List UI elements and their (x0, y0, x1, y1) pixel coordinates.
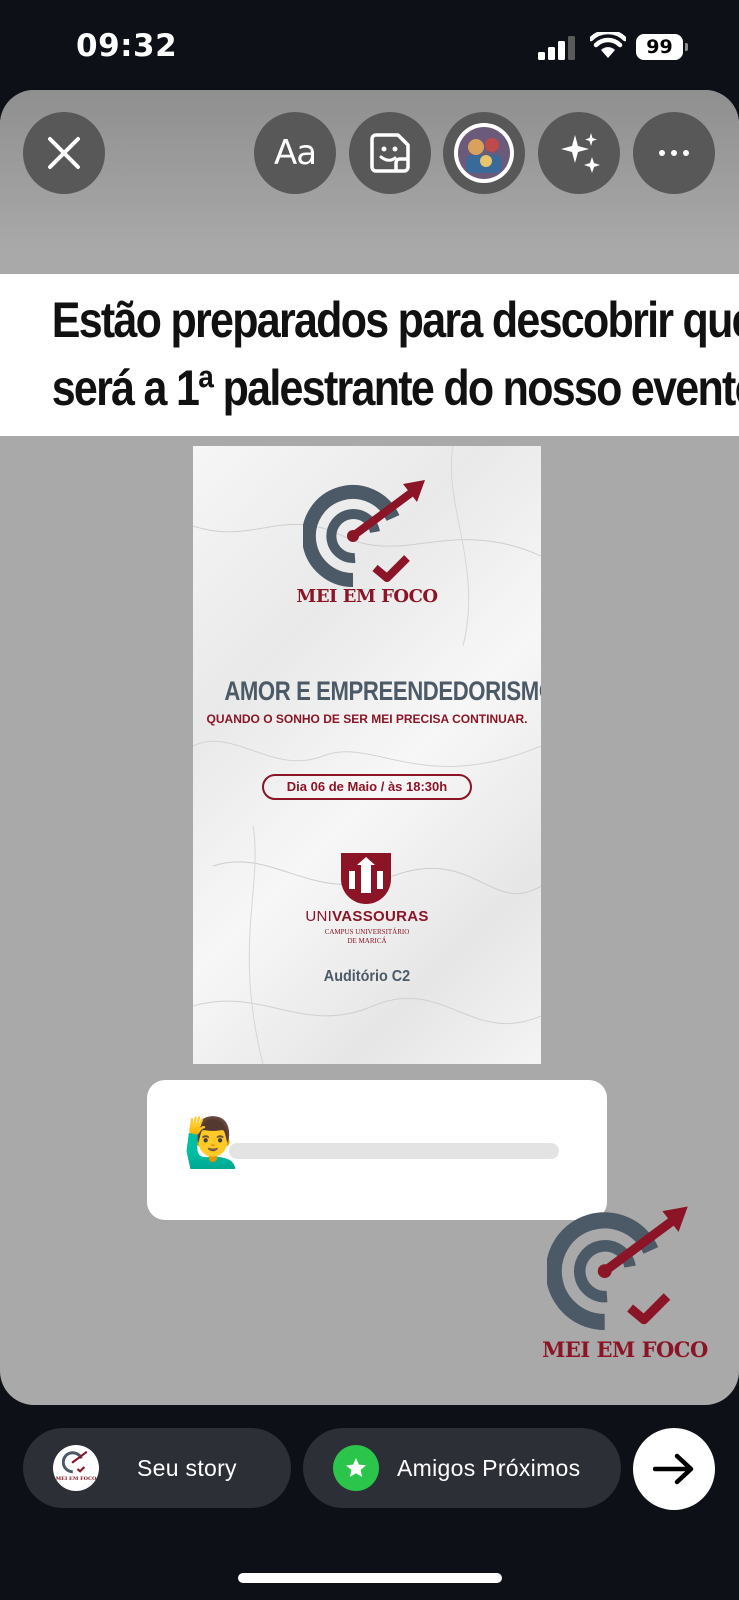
headline-line-2: será a 1ª palestrante do nosso evento? (51, 360, 739, 416)
university-name: UNIVASSOURAS (305, 908, 429, 925)
home-indicator[interactable] (238, 1573, 502, 1583)
story-canvas[interactable]: Aa Estão preparados para descobrir quem … (0, 90, 739, 1405)
close-friends-label: Amigos Próximos (397, 1454, 581, 1481)
close-friends-button[interactable]: Amigos Próximos (303, 1428, 621, 1508)
target-logo-icon (547, 1206, 688, 1331)
close-friends-star-icon (333, 1445, 379, 1491)
sticker-icon (370, 133, 410, 173)
story-headline-text[interactable]: Estão preparados para descobrir quem ser… (0, 274, 739, 436)
poster-heading: AMOR E EMPREENDEDORISMO (224, 676, 541, 706)
brand-sticker-text: MEI EM FOCO (542, 1337, 708, 1362)
text-tool-button[interactable]: Aa (254, 112, 336, 194)
brand-logo-sticker[interactable]: MEI EM FOCO (525, 1205, 725, 1375)
avatar: MEI EM FOCO (53, 1445, 99, 1491)
poster-date-badge: Dia 06 de Maio / às 18:30h (262, 774, 472, 800)
status-time: 09:32 (76, 28, 178, 64)
your-story-label: Seu story (137, 1454, 237, 1481)
slider-emoji-handle[interactable]: 🙋‍♂️ (183, 1114, 243, 1174)
more-options-button[interactable] (633, 112, 715, 194)
status-bar: 09:32 99 (0, 0, 739, 90)
text-tool-label: Aa (273, 133, 317, 173)
profile-avatar-icon (454, 123, 514, 183)
poster-venue: Auditório C2 (323, 968, 411, 985)
close-icon (48, 137, 80, 169)
send-button[interactable] (633, 1428, 715, 1510)
slider-track[interactable] (229, 1143, 559, 1159)
battery-level: 99 (636, 34, 683, 60)
university-campus: CAMPUS UNIVERSITÁRIO DE MARICÁ (324, 928, 410, 945)
wifi-icon (590, 32, 626, 58)
profile-sticker-button[interactable] (443, 112, 525, 194)
emoji-slider-sticker[interactable]: 🙋‍♂️ (147, 1080, 607, 1220)
cellular-signal-icon (538, 36, 575, 60)
headline-line-1: Estão preparados para descobrir quem (51, 292, 739, 348)
sticker-button[interactable] (349, 112, 431, 194)
effects-button[interactable] (538, 112, 620, 194)
sparkles-icon (561, 133, 600, 173)
arrow-right-icon (653, 1453, 694, 1485)
target-logo-icon (303, 480, 425, 588)
poster-subheading: QUANDO O SONHO DE SER MEI PRECISA CONTIN… (206, 712, 528, 726)
more-dots-icon (659, 150, 689, 156)
target-logo-icon (62, 1451, 88, 1474)
battery-icon: 99 (636, 34, 688, 60)
poster-brand: MEI EM FOCO (296, 586, 438, 607)
share-your-story-button[interactable]: MEI EM FOCO Seu story (23, 1428, 291, 1508)
close-button[interactable] (23, 112, 105, 194)
university-crest-icon (341, 853, 391, 904)
avatar-text: MEI EM FOCO (55, 1476, 97, 1482)
event-poster-image[interactable]: MEI EM FOCO AMOR E EMPREENDEDORISMO QUAN… (193, 446, 541, 1064)
